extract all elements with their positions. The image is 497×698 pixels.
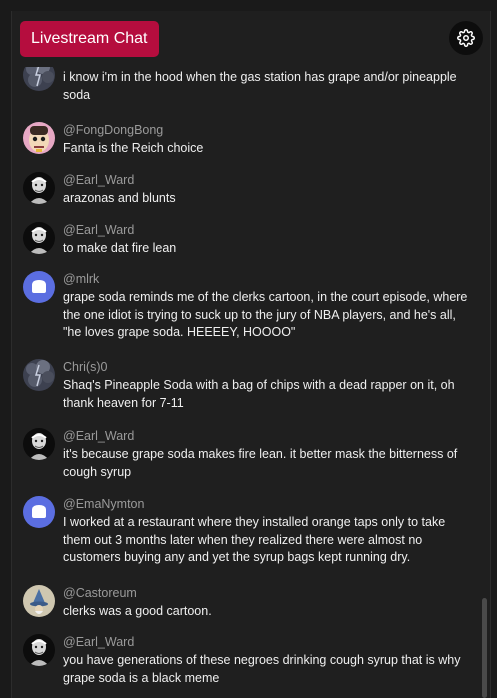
message-text: to make dat fire lean (63, 241, 177, 255)
message-text: clerks was a good cartoon. (63, 604, 212, 618)
default-bubble-avatar[interactable] (23, 271, 55, 303)
chat-panel: i know i'm in the hood when the gas stat… (11, 11, 491, 698)
sketch-portrait-avatar[interactable] (23, 222, 55, 254)
message-text: I worked at a restaurant where they inst… (63, 515, 446, 564)
username[interactable]: @Earl_Ward (63, 172, 134, 188)
username[interactable]: @mlrk (63, 271, 99, 287)
username[interactable]: @Castoreum (63, 585, 137, 601)
message-text: arazonas and blunts (63, 191, 176, 205)
message-feed[interactable]: i know i'm in the hood when the gas stat… (12, 11, 490, 698)
storm-avatar[interactable] (23, 359, 55, 391)
username[interactable]: @Earl_Ward (63, 428, 134, 444)
message-text: it's because grape soda makes fire lean.… (63, 447, 458, 479)
settings-button[interactable] (449, 21, 483, 55)
gear-icon (457, 29, 475, 47)
cartoon-face-avatar[interactable] (23, 122, 55, 154)
message-text: Shaq's Pineapple Soda with a bag of chip… (63, 378, 455, 410)
message-text: grape soda reminds me of the clerks cart… (63, 290, 468, 339)
sketch-portrait-avatar[interactable] (23, 172, 55, 204)
chat-title: Livestream Chat (20, 21, 159, 57)
username[interactable]: @FongDongBong (63, 122, 163, 138)
message-text: you have generations of these negroes dr… (63, 653, 461, 685)
sketch-portrait-avatar[interactable] (23, 634, 55, 666)
message-text: i know i'm in the hood when the gas stat… (63, 70, 457, 102)
wizard-avatar[interactable] (23, 585, 55, 617)
username[interactable]: Chri(s)0 (63, 359, 107, 375)
message-text: Fanta is the Reich choice (63, 141, 204, 155)
chat-header: Livestream Chat (12, 11, 490, 67)
username[interactable]: @EmaNymton (63, 496, 144, 512)
username[interactable]: @Earl_Ward (63, 222, 134, 238)
username[interactable]: @Earl_Ward (63, 634, 134, 650)
sketch-portrait-avatar[interactable] (23, 428, 55, 460)
default-bubble-avatar[interactable] (23, 496, 55, 528)
scrollbar-thumb[interactable] (482, 598, 487, 698)
